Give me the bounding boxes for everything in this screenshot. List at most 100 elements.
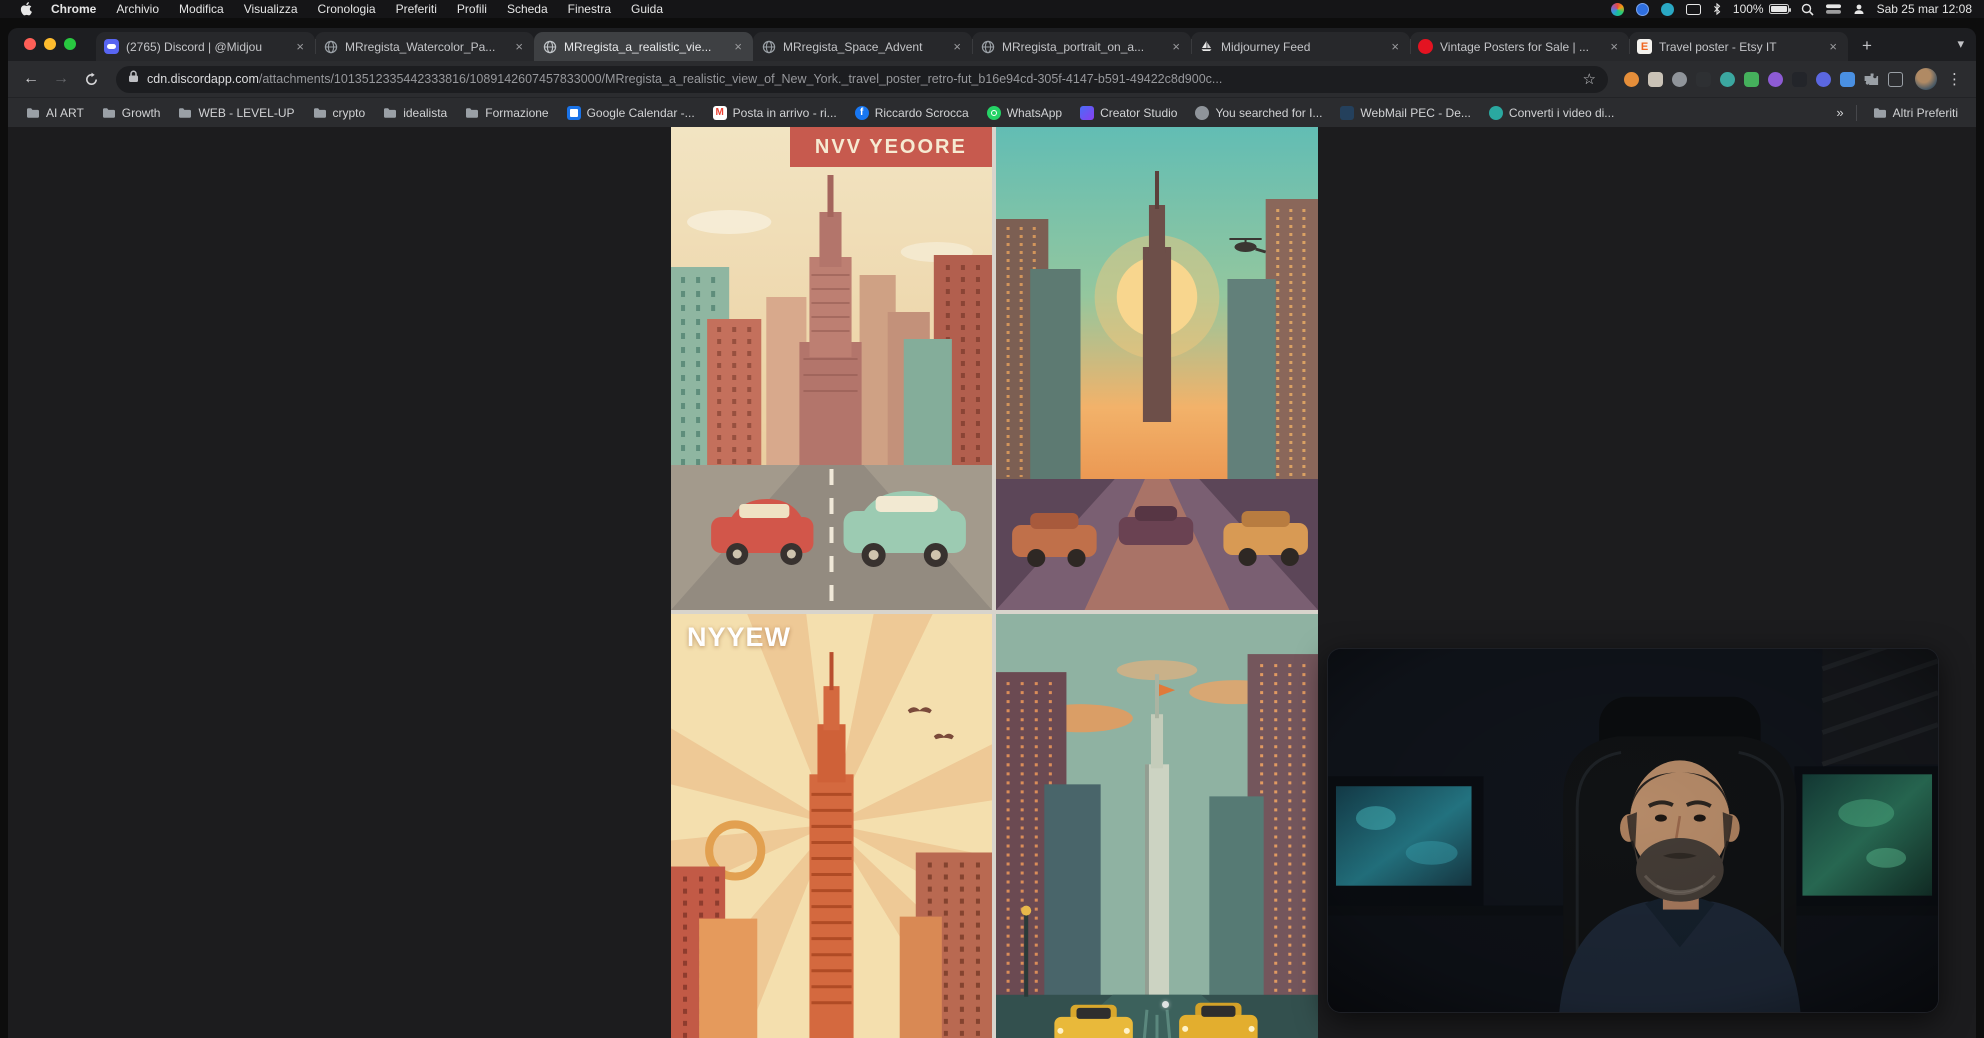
tab-close-icon[interactable]: ×	[293, 39, 307, 54]
tab-space-adventure[interactable]: MRregista_Space_Advent ×	[753, 32, 972, 61]
extension-icon-7[interactable]	[1768, 72, 1783, 87]
poster-empire-sunburst[interactable]: NYYEW	[671, 614, 992, 1038]
other-bookmarks-folder[interactable]: Altri Preferiti	[1865, 103, 1966, 123]
tab-close-icon[interactable]: ×	[731, 39, 745, 54]
tab-vintage-posters[interactable]: Vintage Posters for Sale | ... ×	[1410, 32, 1629, 61]
reload-button[interactable]	[78, 66, 104, 92]
menubar-clock[interactable]: Sab 25 mar 12:08	[1877, 2, 1972, 16]
control-center-icon[interactable]	[1826, 4, 1841, 14]
extension-icon-5[interactable]	[1720, 72, 1735, 87]
bluetooth-icon[interactable]	[1713, 3, 1721, 15]
address-bar[interactable]: cdn.discordapp.com/attachments/101351233…	[116, 66, 1608, 93]
tab-close-icon[interactable]: ×	[512, 39, 526, 54]
poster-taxi-street[interactable]	[996, 614, 1318, 1038]
menu-finestra[interactable]: Finestra	[559, 2, 620, 16]
globe-favicon	[980, 39, 995, 54]
tab-close-icon[interactable]: ×	[1169, 39, 1183, 54]
bookmark-gmail-inbox[interactable]: M Posta in arrivo - ri...	[705, 103, 845, 123]
tab-watercolor[interactable]: MRregista_Watercolor_Pa... ×	[315, 32, 534, 61]
back-button[interactable]: ←	[18, 66, 44, 92]
bookmark-facebook-profile[interactable]: f Riccardo Scrocca	[847, 103, 977, 123]
bookmark-folder-idealista[interactable]: idealista	[375, 103, 455, 123]
apple-menu-icon[interactable]	[12, 2, 40, 16]
translate-extension-icon[interactable]	[1840, 72, 1855, 87]
extension-icon-1[interactable]	[1624, 72, 1639, 87]
poster-new-york-vintage-cars[interactable]: NVV YEOORE	[671, 127, 992, 610]
new-tab-button[interactable]: +	[1854, 33, 1880, 59]
profile-avatar[interactable]	[1915, 68, 1937, 90]
chrome-menu-kebab-icon[interactable]: ⋮	[1943, 70, 1966, 88]
bookmark-google-calendar[interactable]: Google Calendar -...	[559, 103, 703, 123]
forward-button[interactable]: →	[48, 66, 74, 92]
menu-visualizza[interactable]: Visualizza	[235, 2, 307, 16]
bookmark-folder-ai-art[interactable]: AI ART	[18, 103, 92, 123]
bookmark-folder-web-level-up[interactable]: WEB - LEVEL-UP	[170, 103, 302, 123]
tab-discord[interactable]: (2765) Discord | @Midjou ×	[96, 32, 315, 61]
display-icon[interactable]	[1686, 4, 1701, 15]
teal-app-status-icon[interactable]	[1661, 3, 1674, 16]
tab-midjourney-feed[interactable]: Midjourney Feed ×	[1191, 32, 1410, 61]
bookmark-converti-video[interactable]: Converti i video di...	[1481, 103, 1622, 123]
menu-cronologia[interactable]: Cronologia	[309, 2, 385, 16]
extension-icon-4[interactable]	[1696, 72, 1711, 87]
extension-icon-2[interactable]	[1648, 72, 1663, 87]
tab-label: (2765) Discord | @Midjou	[126, 40, 286, 54]
extensions-puzzle-icon[interactable]	[1864, 72, 1879, 87]
extension-icon-6[interactable]	[1744, 72, 1759, 87]
spotlight-icon[interactable]	[1801, 3, 1814, 16]
bookmark-webmail-pec[interactable]: WebMail PEC - De...	[1332, 103, 1478, 123]
bookmark-label: Google Calendar -...	[587, 106, 695, 120]
menu-profili[interactable]: Profili	[448, 2, 496, 16]
battery-indicator[interactable]: 100%	[1733, 2, 1789, 16]
split-view-icon[interactable]	[1888, 72, 1903, 87]
tab-close-icon[interactable]: ×	[950, 39, 964, 54]
redbubble-favicon	[1418, 39, 1433, 54]
extension-icon-9[interactable]	[1816, 72, 1831, 87]
tab-strip: (2765) Discord | @Midjou × MRregista_Wat…	[8, 28, 1976, 61]
blue-app-status-icon[interactable]	[1636, 3, 1649, 16]
poster-title-banner: NVV YEOORE	[790, 127, 992, 167]
menu-guida[interactable]: Guida	[622, 2, 672, 16]
minimize-window-button[interactable]	[44, 38, 56, 50]
bookmarks-overflow-chevrons[interactable]: »	[1832, 105, 1847, 120]
tab-portrait[interactable]: MRregista_portrait_on_a... ×	[972, 32, 1191, 61]
fullscreen-window-button[interactable]	[64, 38, 76, 50]
tab-etsy[interactable]: E Travel poster - Etsy IT ×	[1629, 32, 1848, 61]
bookmarks-right-area: » Altri Preferiti	[1832, 103, 1966, 123]
menu-modifica[interactable]: Modifica	[170, 2, 233, 16]
bookmark-folder-formazione[interactable]: Formazione	[457, 103, 556, 123]
poster-1-art	[671, 127, 992, 610]
bookmark-label: crypto	[333, 106, 366, 120]
bookmark-whatsapp[interactable]: WhatsApp	[979, 103, 1070, 123]
tab-label: MRregista_Watercolor_Pa...	[345, 40, 505, 54]
menubar-app-name[interactable]: Chrome	[42, 2, 105, 16]
bookmark-creator-studio[interactable]: Creator Studio	[1072, 103, 1185, 123]
window-controls	[24, 38, 76, 50]
menu-preferiti[interactable]: Preferiti	[387, 2, 446, 16]
tab-search-chevron-icon[interactable]: ▾	[1957, 36, 1964, 52]
browser-toolbar: ← → cdn.discordapp.com/attachments/10135…	[8, 61, 1976, 97]
globe-favicon	[323, 39, 338, 54]
tab-realistic-view-active[interactable]: MRregista_a_realistic_vie... ×	[534, 32, 753, 61]
tab-close-icon[interactable]: ×	[1388, 39, 1402, 54]
color-wheel-icon[interactable]	[1611, 3, 1624, 16]
extension-icon-8[interactable]	[1792, 72, 1807, 87]
bookmark-folder-crypto[interactable]: crypto	[305, 103, 374, 123]
tab-close-icon[interactable]: ×	[1826, 39, 1840, 54]
extension-icon-3[interactable]	[1672, 72, 1687, 87]
globe-favicon	[761, 39, 776, 54]
bookmark-star-icon[interactable]: ☆	[1583, 70, 1596, 88]
search-result-icon	[1195, 106, 1209, 120]
tab-close-icon[interactable]: ×	[1607, 39, 1621, 54]
google-calendar-icon	[567, 106, 581, 120]
poster-sunset-skyline[interactable]	[996, 127, 1318, 610]
gmail-icon: M	[713, 106, 727, 120]
user-switch-icon[interactable]	[1853, 3, 1865, 15]
etsy-favicon: E	[1637, 39, 1652, 54]
bookmark-you-searched[interactable]: You searched for I...	[1187, 103, 1330, 123]
webcam-overlay[interactable]	[1327, 648, 1939, 1013]
close-window-button[interactable]	[24, 38, 36, 50]
bookmark-folder-growth[interactable]: Growth	[94, 103, 169, 123]
menu-scheda[interactable]: Scheda	[498, 2, 557, 16]
menu-archivio[interactable]: Archivio	[107, 2, 168, 16]
